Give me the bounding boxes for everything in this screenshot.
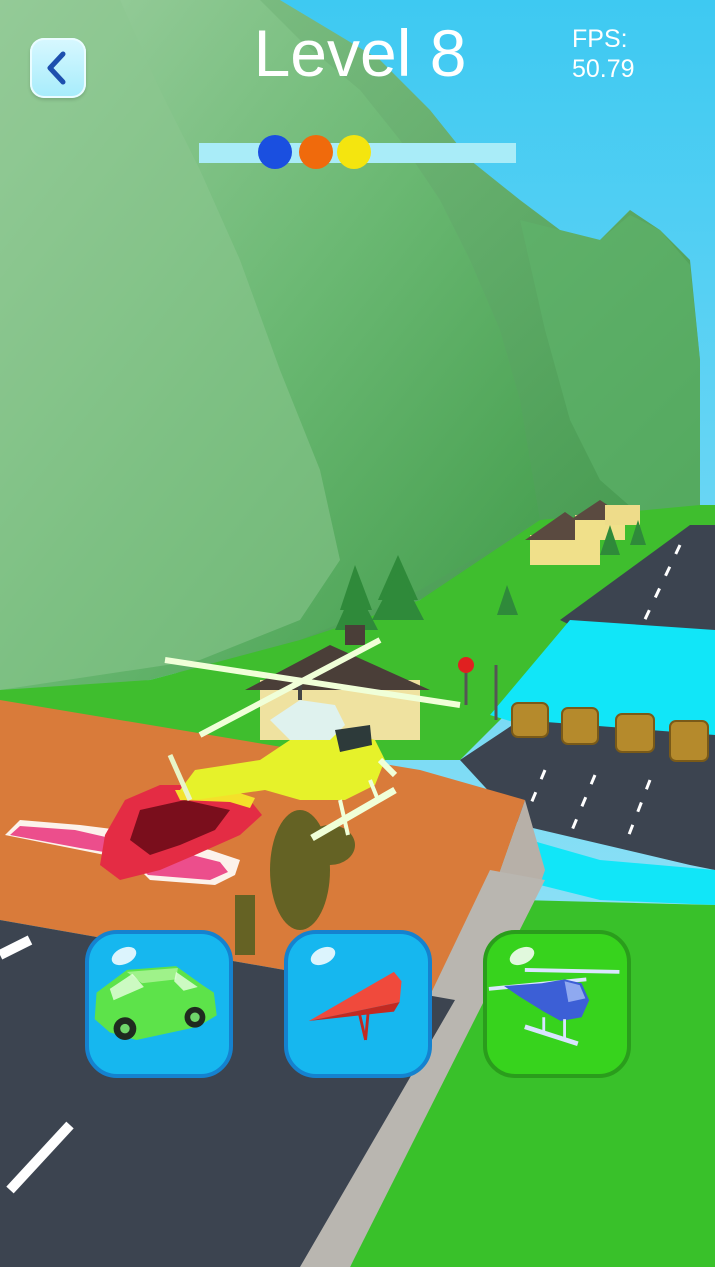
progress-dot-orange xyxy=(299,135,333,169)
chevron-left-icon xyxy=(47,51,66,85)
helicopter-icon xyxy=(488,968,620,1046)
progress-dot-blue xyxy=(258,135,292,169)
vehicle-glider-button[interactable] xyxy=(284,930,432,1078)
fps-value: 50.79 xyxy=(572,55,635,83)
level-title: Level 8 xyxy=(253,16,467,90)
back-button[interactable] xyxy=(30,38,86,98)
fps-counter: FPS: 50.79 xyxy=(572,24,635,84)
hang-glider-icon xyxy=(308,971,402,1041)
vehicle-helicopter-button[interactable] xyxy=(483,930,631,1078)
fps-label: FPS: xyxy=(572,25,628,53)
vehicle-car-button[interactable] xyxy=(85,930,233,1078)
car-icon xyxy=(94,966,217,1040)
progress-dot-yellow xyxy=(337,135,371,169)
